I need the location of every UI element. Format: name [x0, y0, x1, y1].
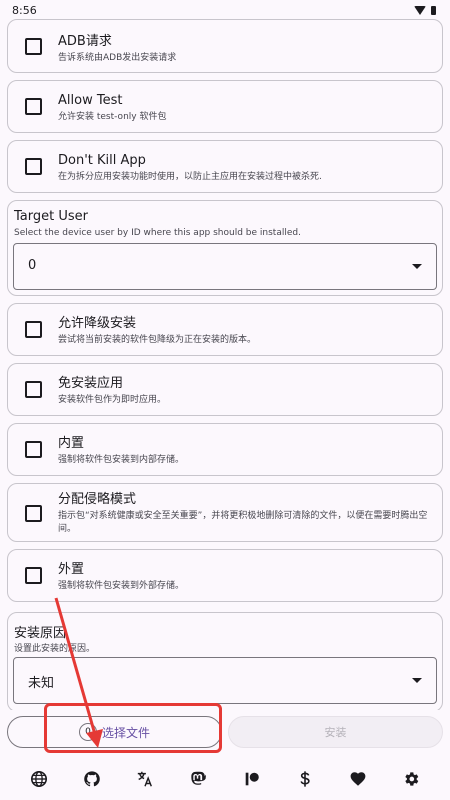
checkbox[interactable] — [25, 98, 42, 115]
patreon-icon[interactable] — [239, 766, 265, 792]
select-file-label: 选择文件 — [101, 725, 150, 740]
checkbox[interactable] — [25, 381, 42, 398]
option-desc: 强制将软件包安装到外部存储。 — [58, 581, 185, 591]
select-file-button[interactable]: 0 选择文件 — [7, 716, 222, 748]
option-desc: 强制将软件包安装到内部存储。 — [58, 455, 185, 465]
options-list: ADB请求 告诉系统由ADB发出安装请求 Allow Test 允许安装 tes… — [0, 14, 450, 710]
file-count-badge: 0 — [78, 723, 97, 741]
section-desc: Select the device user by ID where this … — [14, 228, 301, 238]
option-title: 分配侵略模式 — [58, 492, 137, 507]
option-adb-request[interactable]: ADB请求 告诉系统由ADB发出安装请求 — [7, 19, 443, 73]
heart-icon[interactable] — [345, 766, 371, 792]
option-desc: 在为拆分应用安装功能时使用，以防止主应用在安装过程中被杀死. — [58, 172, 322, 182]
target-user-dropdown[interactable]: 0 — [13, 243, 437, 290]
option-dont-kill-app[interactable]: Don't Kill App 在为拆分应用安装功能时使用，以防止主应用在安装过程… — [7, 140, 443, 193]
option-external-storage[interactable]: 外置 强制将软件包安装到外部存储。 — [7, 549, 443, 602]
option-desc: 指示包“对系统健康或安全至关重要”，并将更积极地删除可清除的文件，以便在需要时腾… — [58, 511, 428, 534]
checkbox[interactable] — [25, 321, 42, 338]
option-allow-test[interactable]: Allow Test 允许安装 test-only 软件包 — [7, 80, 443, 133]
checkbox[interactable] — [25, 441, 42, 458]
globe-icon[interactable] — [26, 766, 52, 792]
option-desc: 允许安装 test-only 软件包 — [58, 112, 167, 122]
github-icon[interactable] — [79, 766, 105, 792]
checkbox[interactable] — [25, 505, 42, 522]
install-label: 安装 — [324, 726, 347, 739]
option-instant-app[interactable]: 免安装应用 安装软件包作为即时应用。 — [7, 363, 443, 416]
option-title: 外置 — [58, 562, 85, 577]
dropdown-value: 0 — [28, 258, 37, 273]
option-allow-downgrade[interactable]: 允许降级安装 尝试将当前安装的软件包降级为正在安装的版本。 — [7, 303, 443, 356]
dollar-icon[interactable] — [292, 766, 318, 792]
action-row: 0 选择文件 安装 — [7, 714, 443, 750]
option-title: Don't Kill App — [58, 153, 146, 168]
install-reason-section: 安装原因 设置此安装的原因。 未知 — [7, 612, 443, 710]
section-title: 安装原因 — [14, 626, 67, 641]
option-title: 免安装应用 — [58, 376, 124, 391]
option-desc: 安装软件包作为即时应用。 — [58, 395, 167, 405]
translate-icon[interactable] — [132, 766, 158, 792]
gear-icon[interactable] — [398, 766, 424, 792]
option-desc: 告诉系统由ADB发出安装请求 — [58, 53, 177, 63]
checkbox[interactable] — [25, 567, 42, 584]
dropdown-value: 未知 — [28, 676, 55, 691]
checkbox[interactable] — [25, 158, 42, 175]
section-desc: 设置此安装的原因。 — [14, 644, 96, 654]
option-title: ADB请求 — [58, 34, 112, 49]
option-title: Allow Test — [58, 93, 123, 108]
option-title: 允许降级安装 — [58, 316, 137, 331]
caret-down-icon — [412, 678, 422, 683]
checkbox[interactable] — [25, 38, 42, 55]
option-allocate-aggressive[interactable]: 分配侵略模式 指示包“对系统健康或安全至关重要”，并将更积极地删除可清除的文件，… — [7, 483, 443, 542]
target-user-section: Target User Select the device user by ID… — [7, 200, 443, 296]
mastodon-icon[interactable] — [185, 766, 211, 792]
option-title: 内置 — [58, 436, 85, 451]
install-button[interactable]: 安装 — [228, 716, 443, 748]
section-title: Target User — [14, 209, 88, 224]
bottom-nav — [0, 758, 450, 800]
install-reason-dropdown[interactable]: 未知 — [13, 657, 437, 704]
option-internal-storage[interactable]: 内置 强制将软件包安装到内部存储。 — [7, 423, 443, 476]
option-desc: 尝试将当前安装的软件包降级为正在安装的版本。 — [58, 335, 257, 345]
caret-down-icon — [412, 264, 422, 269]
